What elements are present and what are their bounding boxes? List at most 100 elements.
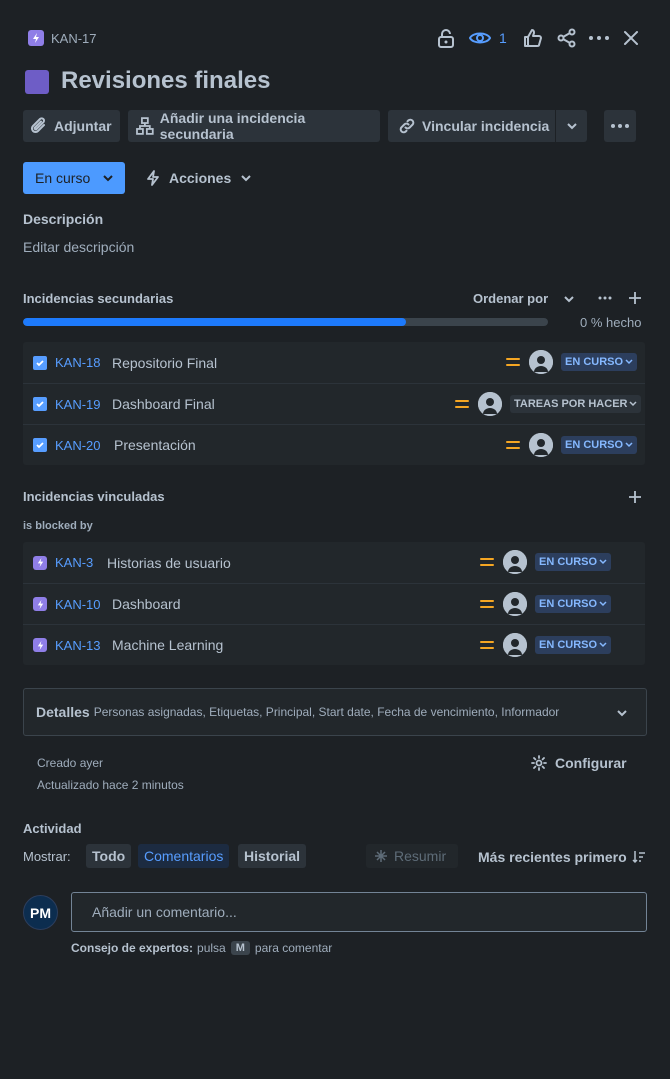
avatar[interactable]	[503, 592, 527, 616]
add-child-issue-button[interactable]: Añadir una incidencia secundaria	[128, 110, 380, 142]
more-options-icon[interactable]	[589, 28, 609, 48]
issue-key: KAN-17	[51, 30, 97, 46]
issue-summary[interactable]: Presentación	[114, 437, 196, 453]
status-badge[interactable]: EN CURSO	[561, 353, 638, 371]
status-badge[interactable]: EN CURSO	[535, 595, 612, 613]
more-toolbar-button[interactable]	[604, 110, 636, 142]
issue-title[interactable]: Revisiones finales	[61, 67, 270, 95]
issue-key-link[interactable]: KAN-18	[55, 355, 101, 370]
chevron-down-icon	[241, 175, 251, 182]
chevron-down-icon	[625, 359, 633, 365]
child-progress-label: 0 % hecho	[580, 315, 642, 330]
sort-order-button[interactable]: Más recientes primero	[478, 849, 646, 865]
avatar[interactable]	[478, 392, 502, 416]
epic-type-icon	[33, 555, 47, 570]
priority-medium-icon	[506, 440, 520, 450]
avatar[interactable]	[529, 350, 553, 374]
list-item[interactable]: KAN-19 Dashboard Final TAREAS POR HACER	[23, 383, 645, 424]
link-icon	[399, 118, 415, 134]
tip-prefix: Consejo de expertos:	[71, 941, 194, 955]
paperclip-icon	[30, 117, 45, 134]
status-badge[interactable]: TAREAS POR HACER	[510, 395, 642, 413]
list-item[interactable]: KAN-20 Presentación EN CURSO	[23, 424, 645, 465]
actions-dropdown[interactable]: Acciones	[146, 170, 252, 186]
issue-key-breadcrumb[interactable]: KAN-17	[28, 30, 97, 46]
task-type-icon	[33, 355, 47, 370]
avatar[interactable]: PM	[23, 895, 58, 930]
issue-key-link[interactable]: KAN-10	[55, 597, 101, 612]
child-more-icon[interactable]	[597, 291, 613, 305]
description-editor[interactable]: Editar descripción	[23, 239, 134, 255]
status-badge[interactable]: EN CURSO	[535, 553, 612, 571]
chevron-down-icon	[599, 642, 607, 648]
tip-key: M	[230, 941, 250, 955]
avatar[interactable]	[503, 633, 527, 657]
list-item[interactable]: KAN-18 Repositorio Final EN CURSO	[23, 342, 645, 383]
issue-summary[interactable]: Dashboard Final	[112, 396, 215, 412]
issue-summary[interactable]: Repositorio Final	[112, 355, 217, 371]
share-icon[interactable]	[557, 28, 577, 48]
status-text: TAREAS POR HACER	[514, 398, 628, 410]
priority-medium-icon	[480, 557, 494, 567]
status-badge[interactable]: EN CURSO	[561, 436, 638, 454]
child-progress-fill	[23, 318, 407, 326]
epic-type-icon	[33, 597, 47, 611]
epic-type-icon	[28, 30, 44, 46]
status-text: EN CURSO	[565, 439, 624, 451]
avatar[interactable]	[529, 433, 553, 457]
link-issue-dropdown[interactable]	[556, 110, 587, 142]
chevron-down-icon	[625, 442, 633, 448]
status-text: EN CURSO	[539, 598, 598, 610]
lock-icon[interactable]	[436, 28, 456, 48]
issue-key-link[interactable]: KAN-19	[55, 397, 101, 412]
link-relation-label: is blocked by	[23, 520, 93, 532]
sort-label: Más recientes primero	[478, 849, 627, 865]
status-badge[interactable]: EN CURSO	[535, 636, 612, 654]
close-icon[interactable]	[622, 29, 640, 47]
chevron-down-icon	[599, 559, 607, 565]
chevron-down-icon	[564, 295, 574, 302]
comment-input[interactable]: Añadir un comentario...	[71, 892, 647, 932]
tab-all[interactable]: Todo	[86, 844, 132, 868]
attach-button[interactable]: Adjuntar	[23, 110, 120, 142]
add-child-icon[interactable]	[627, 290, 643, 306]
issue-key-link[interactable]: KAN-3	[55, 555, 93, 570]
status-label: En curso	[35, 170, 91, 186]
issue-key-link[interactable]: KAN-20	[55, 438, 101, 453]
issue-summary[interactable]: Dashboard	[112, 596, 181, 612]
like-icon[interactable]	[523, 28, 543, 48]
chevron-down-icon	[566, 123, 577, 130]
more-icon	[611, 124, 629, 128]
add-link-icon[interactable]	[627, 489, 643, 505]
list-item[interactable]: KAN-10 Dashboard EN CURSO	[23, 583, 645, 624]
issue-summary[interactable]: Machine Learning	[112, 637, 223, 653]
details-panel[interactable]: Detalles Personas asignadas, Etiquetas, …	[23, 688, 647, 736]
summarize-button[interactable]: Resumir	[366, 844, 458, 868]
issue-summary[interactable]: Historias de usuario	[107, 555, 231, 571]
status-dropdown[interactable]: En curso	[23, 162, 125, 194]
tab-comments[interactable]: Comentarios	[138, 844, 230, 868]
watch-count: 1	[499, 30, 507, 46]
tab-history[interactable]: Historial	[238, 844, 307, 868]
status-text: EN CURSO	[565, 356, 624, 368]
link-issue-button[interactable]: Vincular incidencia	[388, 110, 555, 142]
issue-key-link[interactable]: KAN-13	[55, 638, 101, 653]
hierarchy-icon	[136, 117, 154, 135]
priority-medium-icon	[506, 357, 520, 367]
summarize-label: Resumir	[394, 848, 447, 864]
watch-button[interactable]: 1	[469, 28, 507, 48]
list-item[interactable]: KAN-3 Historias de usuario EN CURSO	[23, 542, 645, 583]
priority-medium-icon	[455, 399, 469, 409]
attach-label: Adjuntar	[54, 118, 112, 134]
configure-button[interactable]: Configurar	[531, 755, 627, 771]
details-heading: Detalles	[36, 704, 90, 720]
tip-middle: pulsa	[197, 941, 226, 955]
chevron-down-icon	[599, 601, 607, 607]
avatar[interactable]	[503, 550, 527, 574]
lightning-icon	[147, 170, 159, 186]
actions-label: Acciones	[169, 170, 232, 186]
task-type-icon	[33, 397, 47, 411]
list-item[interactable]: KAN-13 Machine Learning EN CURSO	[23, 624, 645, 665]
order-by-dropdown[interactable]: Ordenar por	[473, 291, 575, 306]
sort-icon	[632, 851, 645, 864]
